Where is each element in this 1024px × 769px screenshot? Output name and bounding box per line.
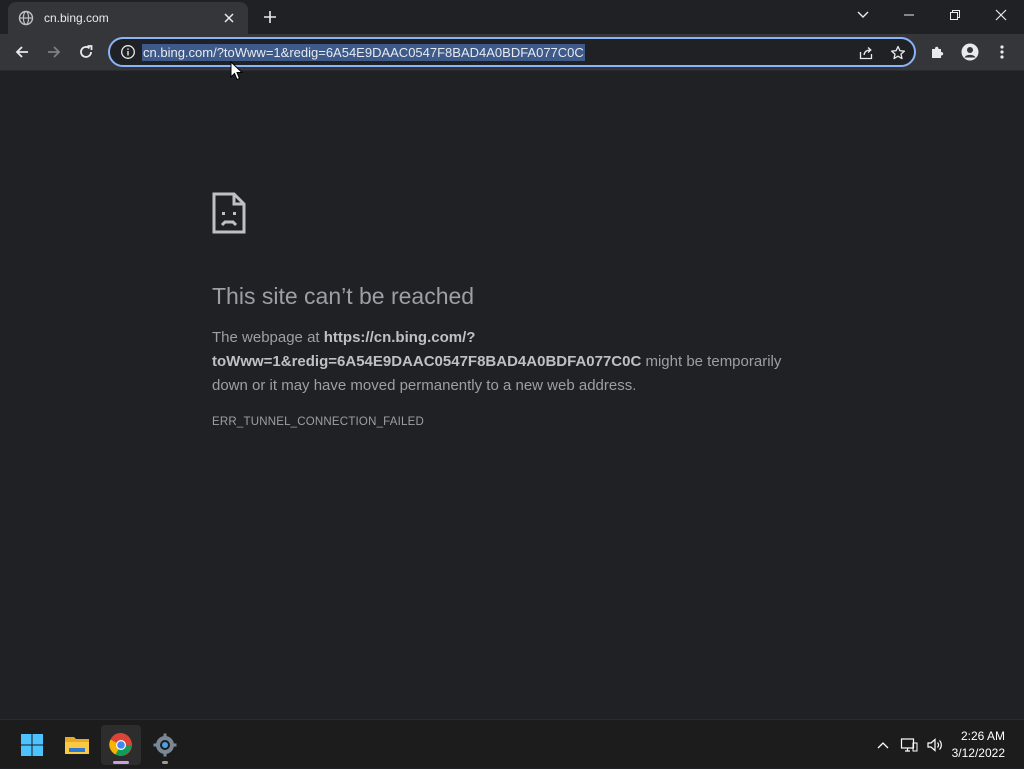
close-icon	[995, 9, 1007, 21]
error-body-prefix: The webpage at	[212, 329, 324, 346]
restore-button[interactable]	[932, 0, 978, 30]
page-content: This site can’t be reached The webpage a…	[0, 71, 1024, 719]
file-explorer-button[interactable]	[57, 725, 97, 765]
network-icon[interactable]	[896, 732, 922, 758]
chevron-up-icon[interactable]	[870, 732, 896, 758]
bookmark-star-icon[interactable]	[886, 41, 910, 65]
taskbar: 2:26 AM 3/12/2022	[0, 719, 1024, 768]
share-icon[interactable]	[854, 41, 878, 65]
forward-button[interactable]	[40, 38, 68, 66]
start-icon	[21, 734, 43, 756]
tab-strip: cn.bing.com	[0, 0, 1024, 34]
address-bar-actions	[846, 41, 910, 65]
start-button[interactable]	[12, 725, 52, 765]
active-app-indicator	[113, 761, 129, 764]
minimize-icon	[904, 14, 914, 16]
arrow-right-icon	[48, 46, 61, 58]
tab-title: cn.bing.com	[44, 11, 109, 25]
chevron-down-icon	[857, 11, 869, 18]
plus-icon	[264, 11, 276, 23]
arrow-left-icon	[15, 46, 28, 58]
info-icon[interactable]	[120, 44, 136, 60]
more-vertical-icon	[1000, 45, 1004, 59]
new-tab-button[interactable]	[258, 5, 282, 29]
chrome-menu-button[interactable]	[988, 38, 1016, 66]
tab-close-icon[interactable]	[220, 9, 238, 27]
window-controls	[886, 0, 1024, 30]
settings-icon	[153, 733, 177, 757]
file-explorer-icon	[65, 737, 89, 754]
clock[interactable]: 2:26 AM 3/12/2022	[948, 728, 1024, 762]
minimize-button[interactable]	[886, 0, 932, 30]
close-window-button[interactable]	[978, 0, 1024, 30]
chrome-taskbar-button[interactable]	[101, 725, 141, 765]
volume-icon[interactable]	[922, 732, 948, 758]
address-url[interactable]: cn.bing.com/?toWww=1&redig=6A54E9DAAC054…	[142, 43, 585, 61]
running-app-indicator	[162, 761, 168, 764]
restore-icon	[950, 10, 960, 20]
reload-button[interactable]	[72, 38, 100, 66]
chrome-icon	[109, 733, 132, 756]
profile-icon	[961, 43, 979, 61]
extensions-button[interactable]	[924, 38, 952, 66]
system-tray: 2:26 AM 3/12/2022	[870, 720, 1024, 769]
error-description: The webpage at https://cn.bing.com/?toWw…	[212, 326, 802, 398]
error-title: This site can’t be reached	[212, 283, 475, 309]
browser-toolbar: cn.bing.com/?toWww=1&redig=6A54E9DAAC054…	[0, 34, 1024, 71]
error-code: ERR_TUNNEL_CONNECTION_FAILED	[212, 416, 425, 428]
puzzle-icon	[932, 46, 944, 58]
settings-taskbar-button[interactable]	[145, 725, 185, 765]
clock-date: 3/12/2022	[951, 745, 1005, 760]
profile-button[interactable]	[956, 38, 984, 66]
back-button[interactable]	[8, 38, 36, 66]
tab-search-button[interactable]	[851, 4, 875, 26]
globe-icon	[18, 10, 34, 26]
browser-tab[interactable]: cn.bing.com	[8, 2, 248, 34]
mouse-cursor-icon	[230, 60, 244, 81]
reload-icon	[80, 45, 93, 58]
sad-page-icon	[212, 192, 246, 234]
clock-time: 2:26 AM	[960, 728, 1005, 743]
